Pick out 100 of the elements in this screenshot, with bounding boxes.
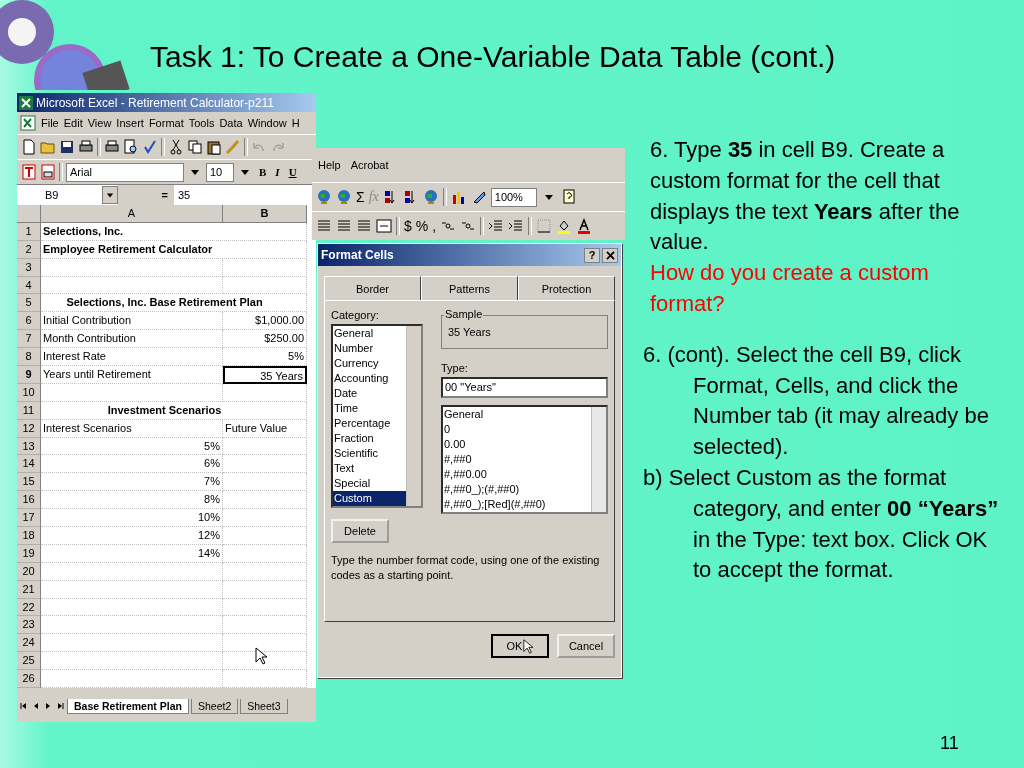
dialog-tab[interactable]: Protection (518, 276, 615, 300)
menu-item[interactable]: Insert (116, 117, 144, 129)
row-header[interactable]: 7 (17, 330, 41, 349)
row-header[interactable]: 18 (17, 527, 41, 545)
row-header[interactable]: 6 (17, 312, 41, 331)
category-item[interactable]: Percentage (333, 416, 406, 431)
outdent-icon[interactable] (488, 218, 505, 234)
row-header[interactable]: 26 (17, 670, 41, 689)
menu-item[interactable]: Edit (63, 117, 83, 129)
sheet-tab[interactable]: Sheet3 (240, 698, 288, 714)
menu-item[interactable]: View (87, 117, 112, 129)
formula-field[interactable]: 35 (174, 185, 316, 205)
print-preview-icon[interactable] (123, 139, 139, 155)
row-header[interactable]: 9 (17, 366, 41, 384)
spell-check-icon[interactable] (142, 139, 158, 155)
category-item[interactable]: Time (333, 401, 406, 416)
align-left-icon[interactable] (316, 218, 332, 234)
row-header[interactable]: 14 (17, 455, 41, 474)
tab-scroll-icon[interactable] (19, 700, 29, 712)
category-list[interactable]: General Number Currency Accounting Date Time Percentage Fraction Scientific Text Special Custom (331, 324, 423, 508)
percent-button[interactable]: % (415, 218, 429, 234)
type-item[interactable]: #,##0.00 (443, 467, 591, 482)
category-item[interactable]: Scientific (333, 446, 406, 461)
menu-item[interactable]: Tools (188, 117, 215, 129)
row-header[interactable]: 16 (17, 491, 41, 510)
pdf-mail-icon[interactable] (40, 164, 56, 180)
dialog-tab[interactable]: Patterns (421, 276, 518, 300)
category-item[interactable]: Text (333, 461, 406, 476)
category-item[interactable]: General (333, 326, 406, 341)
clipboard-icon[interactable] (206, 139, 222, 155)
scrollbar[interactable] (406, 326, 421, 506)
category-item[interactable]: Accounting (333, 371, 406, 386)
row-header[interactable]: 17 (17, 509, 41, 528)
close-button[interactable] (602, 247, 618, 263)
category-item[interactable]: Number (333, 341, 406, 356)
category-item[interactable]: Fraction (333, 431, 406, 446)
font-name-dropdown[interactable]: Arial (66, 162, 184, 182)
scissors-icon[interactable] (168, 139, 184, 155)
row-header[interactable]: 8 (17, 348, 41, 366)
autosum-button[interactable]: Σ (356, 189, 365, 205)
help-icon[interactable] (560, 189, 577, 205)
format-button[interactable]: U (285, 166, 300, 178)
help-button[interactable]: ? (584, 247, 600, 263)
category-item[interactable]: Special (333, 476, 406, 491)
sheet-tab[interactable]: Sheet2 (190, 698, 239, 714)
row-header[interactable]: 5 (17, 294, 41, 313)
name-box-dropdown[interactable] (102, 186, 118, 204)
type-field[interactable]: 00 "Years" (441, 377, 608, 398)
menu-item[interactable]: Format (148, 117, 184, 129)
type-list[interactable]: General 0 0.00 #,##0 #,##0.00 #,##0_);(#,##0) #,##0_);[Red](#,##0) (441, 405, 608, 514)
dialog-tab[interactable]: Border (324, 276, 421, 300)
chart-icon[interactable] (450, 189, 467, 205)
globe-icon[interactable] (336, 189, 352, 205)
format-button[interactable]: B (256, 166, 270, 178)
row-header[interactable]: 23 (17, 616, 41, 635)
column-header[interactable]: A (41, 205, 223, 223)
new-file-icon[interactable] (21, 139, 37, 155)
type-item[interactable]: General (443, 407, 591, 422)
row-header[interactable]: 15 (17, 473, 41, 492)
copy-icon[interactable] (187, 139, 203, 155)
font-color-icon[interactable] (576, 218, 593, 234)
menu-item[interactable]: File (41, 117, 59, 129)
select-all-corner[interactable] (17, 205, 41, 223)
borders-icon[interactable] (536, 218, 553, 234)
type-item[interactable]: 0 (443, 422, 591, 437)
menu-item[interactable]: H (291, 117, 300, 129)
category-item[interactable]: Date (333, 386, 406, 401)
align-center-icon[interactable] (336, 218, 352, 234)
menu-item[interactable]: Data (219, 117, 243, 129)
printer-icon[interactable] (78, 139, 94, 155)
column-header[interactable]: B (223, 205, 307, 223)
menu-item[interactable]: Window (247, 117, 287, 129)
category-item[interactable]: Custom (333, 491, 406, 506)
cancel-button[interactable]: Cancel (557, 634, 615, 658)
currency-button[interactable]: $ (404, 218, 412, 234)
printer-icon[interactable] (104, 139, 120, 155)
pdf-icon[interactable] (21, 164, 37, 180)
row-header[interactable]: 25 (17, 652, 41, 671)
ok-button[interactable]: OK (491, 634, 549, 658)
scrollbar[interactable] (591, 407, 606, 512)
sheet-tab[interactable]: Base Retirement Plan (67, 698, 189, 714)
zoom-dropdown[interactable]: 100% (490, 187, 537, 207)
menu-item[interactable]: Acrobat (350, 159, 389, 171)
delete-button[interactable]: Delete (331, 519, 389, 543)
type-item[interactable]: 0.00 (443, 437, 591, 452)
type-item[interactable]: #,##0 (443, 452, 591, 467)
menu-item[interactable]: Help (318, 159, 341, 171)
indent-icon[interactable] (508, 218, 525, 234)
type-item[interactable]: #,##0_);[Red](#,##0) (443, 497, 591, 512)
align-right-icon[interactable] (356, 218, 372, 234)
name-box[interactable]: B9 (17, 185, 102, 205)
format-button[interactable]: I (272, 166, 283, 178)
row-header[interactable]: 24 (17, 634, 41, 653)
type-item[interactable]: #,##0_);(#,##0) (443, 482, 591, 497)
workbook-icon[interactable] (20, 115, 36, 131)
merge-center-icon[interactable] (376, 218, 392, 234)
category-item[interactable]: Currency (333, 356, 406, 371)
font-size-dropdown[interactable]: 10 (206, 162, 234, 182)
fill-color-icon[interactable] (556, 218, 573, 234)
globe-icon[interactable] (316, 189, 332, 205)
